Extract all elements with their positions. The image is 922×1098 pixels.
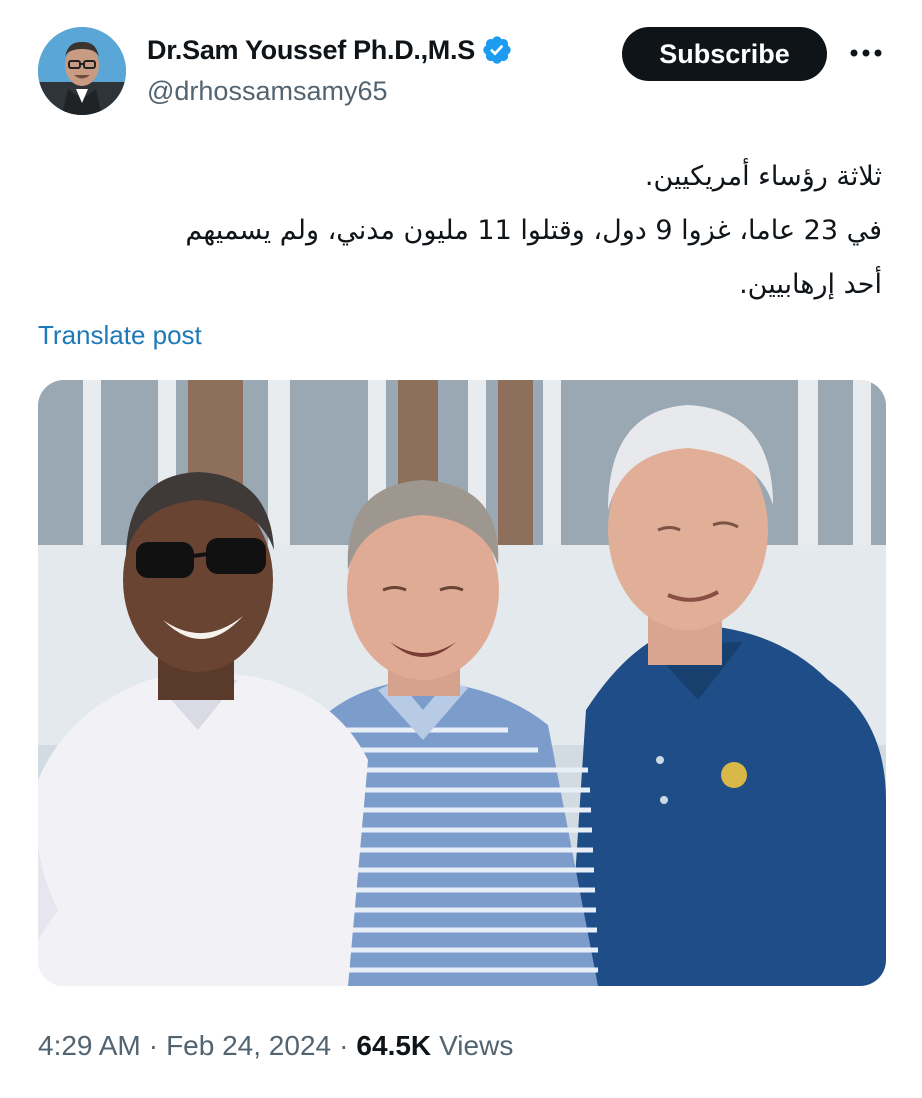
translate-post-link[interactable]: Translate post	[38, 320, 202, 351]
post-text: ثلاثة رؤساء أمريكيين. في 23 عاما، غزوا 9…	[32, 150, 882, 312]
more-dots-icon[interactable]	[846, 35, 886, 71]
meta-separator: ·	[339, 1030, 349, 1061]
author-handle[interactable]: @drhossamsamy65	[147, 76, 388, 107]
avatar-image	[38, 27, 126, 115]
post-text-line: ثلاثة رؤساء أمريكيين.	[644, 161, 882, 192]
post-time[interactable]: 4:29 AM	[38, 1030, 141, 1062]
post-text-line: في 23 عاما، غزوا 9 دول، وقتلوا 11 مليون …	[185, 215, 882, 246]
post-meta: 4:29 AM · Feb 24, 2024 · 64.5K Views	[38, 1026, 513, 1066]
photo-three-men-illustration	[38, 380, 886, 986]
author-name-row: Dr.Sam Youssef Ph.D.,M.S	[147, 30, 513, 70]
avatar[interactable]	[38, 27, 126, 115]
verified-badge-icon[interactable]	[481, 34, 513, 66]
post-date[interactable]: Feb 24, 2024	[166, 1030, 331, 1062]
post-photo[interactable]	[38, 380, 886, 986]
views-count: 64.5K	[356, 1030, 432, 1061]
subscribe-button[interactable]: Subscribe	[622, 27, 827, 81]
post-text-line: أحد إرهابيين.	[739, 269, 882, 300]
views-label: Views	[439, 1030, 514, 1061]
author-display-name[interactable]: Dr.Sam Youssef Ph.D.,M.S	[147, 35, 475, 66]
meta-separator: ·	[148, 1030, 159, 1061]
